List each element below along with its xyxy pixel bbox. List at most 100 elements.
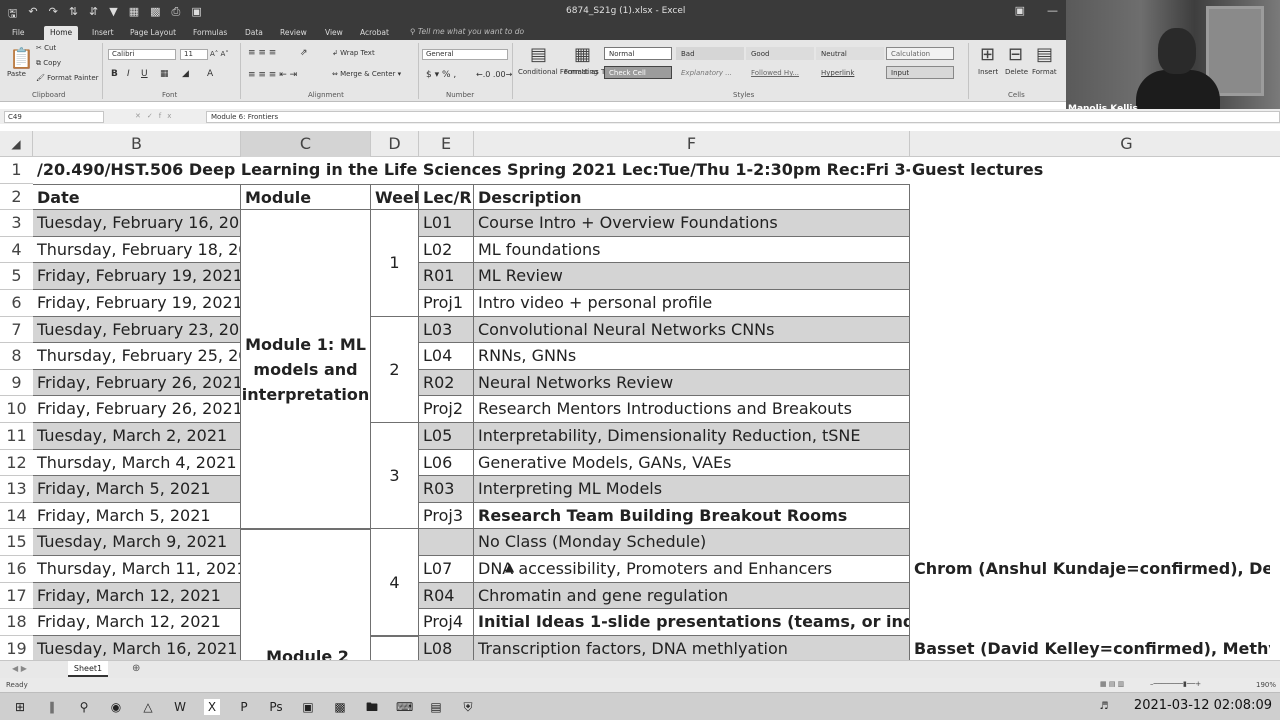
description-cell[interactable]: No Class (Monday Schedule) (474, 529, 910, 556)
description-cell[interactable]: Course Intro + Overview Foundations (474, 210, 910, 237)
copy-button[interactable]: ⧉ Copy (36, 59, 61, 68)
row-header[interactable]: 4 (0, 237, 33, 264)
header-lec[interactable]: Lec/R (419, 183, 474, 211)
delete-cells-button[interactable]: Delete (1005, 68, 1028, 76)
tab-data[interactable]: Data (245, 26, 263, 40)
row-header[interactable]: 11 (0, 423, 33, 450)
description-cell[interactable]: Initial Ideas 1-slide presentations (tea… (474, 609, 910, 636)
description-cell[interactable]: Interpreting ML Models (474, 476, 910, 503)
lec-cell[interactable]: L08 (419, 635, 474, 660)
paste-icon[interactable]: 📋 (9, 46, 34, 70)
date-cell[interactable]: Friday, March 12, 2021 (33, 582, 241, 610)
date-cell[interactable]: Tuesday, March 2, 2021 (33, 423, 241, 450)
lec-cell[interactable]: R01 (419, 263, 474, 290)
filter-icon[interactable]: ▼ (109, 5, 117, 24)
description-cell[interactable]: ML Review (474, 263, 910, 290)
row-header[interactable]: 15 (0, 529, 33, 556)
column-header-e[interactable]: E (419, 131, 474, 157)
tab-review[interactable]: Review (280, 26, 307, 40)
photoshop-icon[interactable]: Ps (268, 699, 284, 715)
date-cell[interactable]: Tuesday, March 9, 2021 (33, 529, 241, 556)
formula-input[interactable]: Module 6: Frontiers (206, 111, 1280, 123)
lec-cell[interactable]: L02 (419, 236, 474, 264)
date-cell[interactable]: Tuesday, February 23, 2021 (33, 316, 241, 344)
row-header[interactable]: 13 (0, 476, 33, 503)
tab-home[interactable]: Home (44, 26, 79, 40)
cut-button[interactable]: ✂ Cut (36, 44, 56, 52)
week-cell[interactable]: 2 (371, 316, 419, 423)
description-cell[interactable]: DNA accessibility, Promoters and Enhance… (474, 556, 910, 583)
module-1-cell[interactable]: Module 1: ML models and interpretation (241, 210, 371, 530)
zoom-slider[interactable]: –───────▮──+ (1150, 680, 1201, 688)
orientation-icon[interactable]: ⇗ (300, 48, 308, 58)
format-as-table-icon[interactable]: ▦ (574, 44, 591, 65)
date-cell[interactable]: Friday, March 5, 2021 (33, 476, 241, 503)
date-cell[interactable]: Friday, February 19, 2021 (33, 290, 241, 317)
insert-cells-icon[interactable]: ⊞ (980, 44, 995, 65)
align-top-icon[interactable]: ≡ ≡ ≡ (248, 48, 276, 58)
row-header[interactable]: 3 (0, 210, 33, 237)
word-icon[interactable]: W (172, 699, 188, 715)
spreadsheet-grid[interactable]: ◢ B C D E F G 1 2 3 4 5 6 7 8 9 10 11 12 13 14 15 16 17 1… (0, 131, 1280, 660)
format-cells-button[interactable]: Format (1032, 68, 1057, 76)
redo-icon[interactable]: ↷ (49, 5, 58, 24)
style-good[interactable]: Good (746, 47, 814, 60)
shield-icon[interactable]: ⛨ (460, 699, 476, 715)
new-sheet-icon[interactable]: ⊕ (132, 663, 140, 674)
sheet-tab-sheet1[interactable]: Sheet1 (68, 661, 108, 677)
header-date[interactable]: Date (33, 183, 241, 211)
tab-view[interactable]: View (325, 26, 343, 40)
description-cell[interactable]: Transcription factors, DNA methlyation (474, 635, 910, 660)
tab-formulas[interactable]: Formulas (193, 26, 227, 40)
date-cell[interactable]: Tuesday, March 16, 2021 (33, 635, 241, 660)
column-header-g[interactable]: G (910, 131, 1280, 157)
column-header-f[interactable]: F (474, 131, 910, 157)
task-view-icon[interactable]: ∥ (44, 699, 60, 715)
sheet-nav-arrows[interactable]: ◀ ▶ (12, 664, 27, 673)
table-icon[interactable]: ▦ (129, 5, 139, 24)
insert-cells-button[interactable]: Insert (978, 68, 998, 76)
sort-descending-icon[interactable]: ⇵ (89, 5, 98, 24)
lec-cell[interactable]: L03 (419, 316, 474, 344)
volume-icon[interactable]: ♬ (1096, 699, 1112, 715)
date-cell[interactable]: Friday, March 5, 2021 (33, 502, 241, 530)
lec-cell[interactable]: L05 (419, 423, 474, 450)
description-cell[interactable]: RNNs, GNNs (474, 343, 910, 370)
column-header-c[interactable]: C (241, 131, 371, 157)
align-left-icon[interactable]: ≡ ≡ ≡ ⇤ ⇥ (248, 70, 297, 80)
description-cell[interactable]: Intro video + personal profile (474, 290, 910, 317)
lec-cell[interactable]: L04 (419, 343, 474, 370)
description-cell[interactable]: Interpretability, Dimensionality Reducti… (474, 423, 910, 450)
row-header[interactable]: 2 (0, 184, 33, 211)
week-cell[interactable]: 4 (371, 529, 419, 636)
column-header-d[interactable]: D (371, 131, 419, 157)
header-desc[interactable]: Description (474, 183, 910, 211)
excel-icon[interactable]: X (204, 699, 220, 715)
row-header[interactable]: 14 (0, 503, 33, 530)
lec-cell[interactable]: Proj2 (419, 396, 474, 423)
save-icon[interactable]: 🖫 (8, 5, 17, 24)
tab-page-layout[interactable]: Page Layout (130, 26, 176, 40)
underline-button[interactable]: U (141, 69, 148, 79)
style-check-cell[interactable]: Check Cell (604, 66, 672, 79)
lec-cell[interactable]: R02 (419, 369, 474, 397)
row-header[interactable]: 12 (0, 450, 33, 477)
sort-ascending-icon[interactable]: ⇅ (69, 5, 78, 24)
font-name-select[interactable]: Calibri (108, 49, 176, 60)
row-header[interactable]: 6 (0, 290, 33, 317)
lec-cell[interactable]: Proj4 (419, 609, 474, 636)
description-cell[interactable]: Chromatin and gene regulation (474, 582, 910, 610)
lec-cell[interactable]: L01 (419, 210, 474, 237)
style-neutral[interactable]: Neutral (816, 47, 884, 60)
style-normal[interactable]: Normal (604, 47, 672, 60)
guest-lectures-header[interactable]: Guest lectures (910, 157, 1110, 184)
description-cell[interactable]: Research Mentors Introductions and Break… (474, 396, 910, 423)
number-format-select[interactable]: General (422, 49, 508, 60)
paste-button[interactable]: Paste (7, 70, 26, 78)
currency-icon[interactable]: $ ▾ % , (426, 70, 456, 80)
date-cell[interactable]: Friday, March 12, 2021 (33, 609, 241, 636)
module-2-cell[interactable]: Module 2 (241, 529, 371, 660)
font-color-icon[interactable]: A (207, 69, 213, 79)
font-size-select[interactable]: 11 (180, 49, 208, 60)
tell-me-box[interactable]: ⚲ Tell me what you want to do (410, 26, 524, 38)
